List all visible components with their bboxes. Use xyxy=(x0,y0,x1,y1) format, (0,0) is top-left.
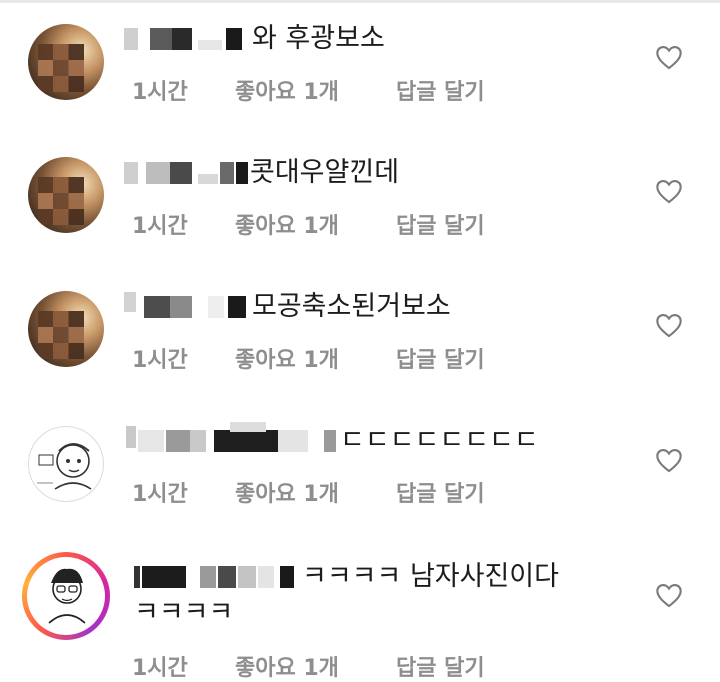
likes-count[interactable]: 좋아요 1개 xyxy=(235,74,339,106)
reply-button[interactable]: 답글 달기 xyxy=(396,342,485,374)
comment-text: ㄷㄷㄷㄷㄷㄷㄷㄷ xyxy=(340,425,539,456)
username-redacted[interactable] xyxy=(124,292,248,318)
avatar[interactable] xyxy=(28,426,104,502)
likes-count[interactable]: 좋아요 1개 xyxy=(235,650,339,682)
comment-text: ㅋㅋㅋㅋ 남자사진이다 xyxy=(302,561,559,592)
username-redacted[interactable] xyxy=(124,28,244,50)
comment-text: 모공축소된거보소 xyxy=(252,291,451,322)
reply-button[interactable]: 답글 달기 xyxy=(396,74,485,106)
comment-text: 와 후광보소 xyxy=(252,23,385,54)
like-heart-icon[interactable] xyxy=(655,44,683,70)
like-heart-icon[interactable] xyxy=(655,178,683,204)
avatar[interactable] xyxy=(28,157,104,233)
comment-time: 1시간 xyxy=(132,482,188,507)
comment-text-continued: ㅋㅋㅋㅋ xyxy=(134,597,234,628)
avatar-story-ring[interactable] xyxy=(22,552,110,640)
likes-count[interactable]: 좋아요 1개 xyxy=(235,342,339,374)
comment-time: 1시간 xyxy=(132,656,188,681)
comment-text: 콧대우얄낀데 xyxy=(250,157,400,188)
like-heart-icon[interactable] xyxy=(655,312,683,338)
reply-button[interactable]: 답글 달기 xyxy=(396,208,485,240)
avatar[interactable] xyxy=(28,291,104,367)
comment-time: 1시간 xyxy=(132,80,188,105)
top-divider xyxy=(0,0,720,3)
likes-count[interactable]: 좋아요 1개 xyxy=(235,208,339,240)
username-redacted[interactable] xyxy=(134,566,294,588)
sketch-portrait-icon xyxy=(48,568,86,624)
like-heart-icon[interactable] xyxy=(655,447,683,473)
reply-button[interactable]: 답글 달기 xyxy=(396,650,485,682)
username-redacted[interactable] xyxy=(126,422,340,452)
likes-count[interactable]: 좋아요 1개 xyxy=(235,476,339,508)
reply-button[interactable]: 답글 달기 xyxy=(396,476,485,508)
comment-time: 1시간 xyxy=(132,348,188,373)
sketch-portrait-icon xyxy=(37,443,92,490)
username-redacted[interactable] xyxy=(124,162,248,184)
avatar[interactable] xyxy=(28,24,104,100)
like-heart-icon[interactable] xyxy=(655,582,683,608)
comment-time: 1시간 xyxy=(132,214,188,239)
